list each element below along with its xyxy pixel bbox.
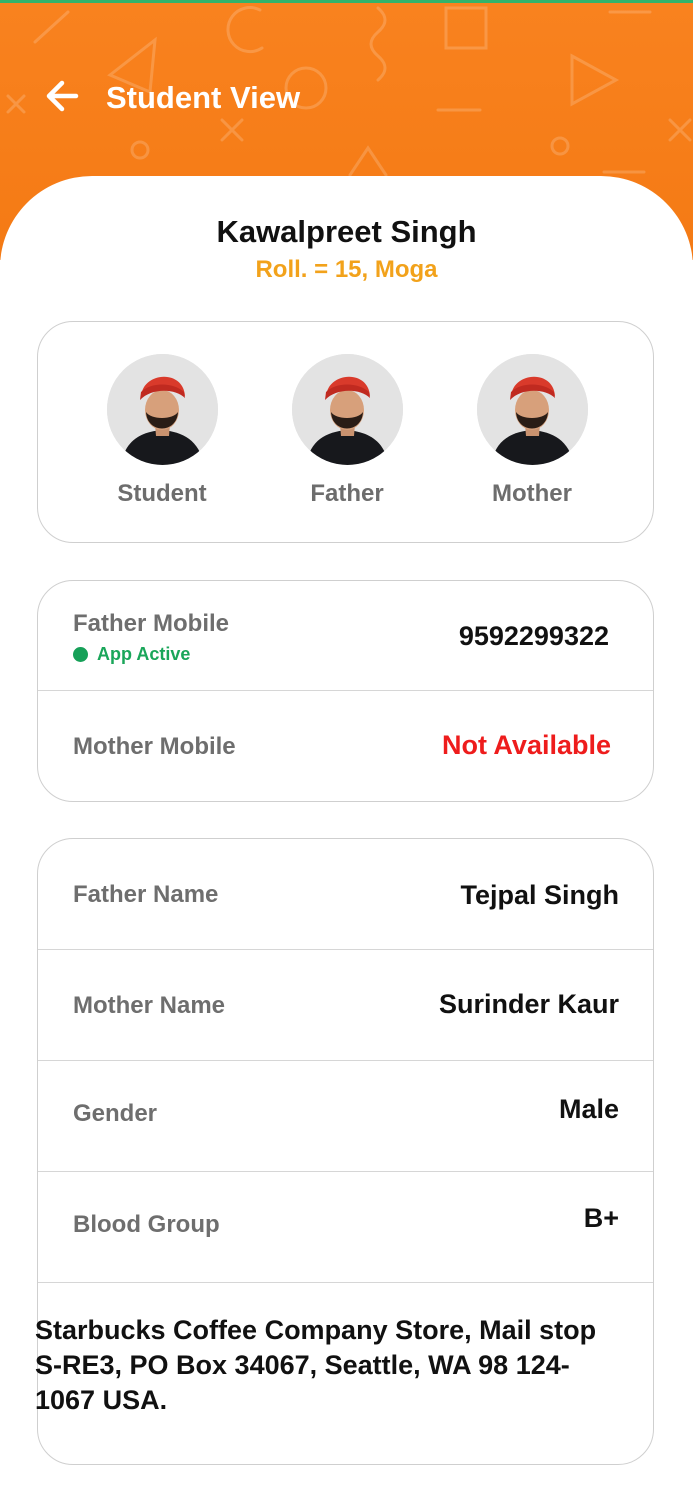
student-photo-item[interactable]: Student	[87, 354, 237, 509]
detail-row-gender: Gender Male	[38, 1061, 653, 1172]
detail-label: Gender	[73, 1100, 158, 1127]
pattern-arc	[226, 6, 264, 54]
father-avatar	[291, 354, 403, 465]
father-mobile-label: Father Mobile	[73, 610, 230, 637]
pattern-triangle	[348, 145, 388, 177]
detail-row-father-name: Father Name Tejpal Singh	[38, 839, 653, 950]
father-mobile-value[interactable]: 9592299322	[459, 619, 609, 653]
father-photo-label: Father	[310, 480, 384, 507]
address-text: Starbucks Coffee Company Store, Mail sto…	[35, 1315, 597, 1415]
detail-value: Male	[558, 1094, 619, 1124]
mother-mobile-value: Not Available	[441, 730, 611, 760]
status-dot-icon	[73, 646, 88, 662]
pattern-circle	[130, 140, 150, 160]
photos-card: Student Father Mother	[37, 321, 654, 543]
app-status-text: App Active	[97, 644, 191, 664]
student-avatar	[106, 354, 218, 465]
back-button[interactable]	[36, 70, 88, 122]
detail-value: Surinder Kaur	[438, 989, 619, 1019]
detail-label: Mother Name	[73, 992, 226, 1019]
student-photo-label: Student	[117, 480, 207, 507]
pattern-circle	[550, 136, 570, 156]
mother-photo-item[interactable]: Mother	[457, 354, 607, 509]
father-mobile-row[interactable]: Father Mobile App Active 9592299322	[38, 581, 653, 691]
pattern-cross	[6, 94, 26, 114]
mother-photo-label: Mother	[492, 480, 572, 507]
page-title: Student View	[106, 80, 301, 115]
pattern-zigzag	[369, 6, 387, 82]
father-photo-item[interactable]: Father	[272, 354, 422, 509]
detail-row-mother-name: Mother Name Surinder Kaur	[38, 950, 653, 1061]
app-status: App Active	[73, 643, 190, 665]
student-name: Kawalpreet Singh	[216, 214, 477, 249]
mother-mobile-label: Mother Mobile	[73, 733, 236, 760]
pattern-square	[444, 6, 488, 50]
mother-avatar	[476, 354, 588, 465]
pattern-cross	[220, 118, 244, 142]
mother-mobile-row: Mother Mobile Not Available	[38, 691, 653, 801]
roll-info: Roll. = 15, Moga	[255, 256, 438, 283]
contacts-card: Father Mobile App Active 9592299322 Moth…	[37, 580, 654, 802]
detail-row-blood-group: Blood Group B+	[38, 1172, 653, 1283]
detail-value: Tejpal Singh	[460, 880, 619, 910]
detail-value: B+	[583, 1203, 619, 1233]
pattern-play	[570, 53, 620, 107]
detail-label: Father Name	[73, 881, 219, 908]
pattern-line	[33, 10, 70, 44]
arrow-left-icon	[46, 80, 79, 112]
detail-label: Blood Group	[73, 1211, 220, 1238]
pattern-cross	[668, 118, 692, 142]
